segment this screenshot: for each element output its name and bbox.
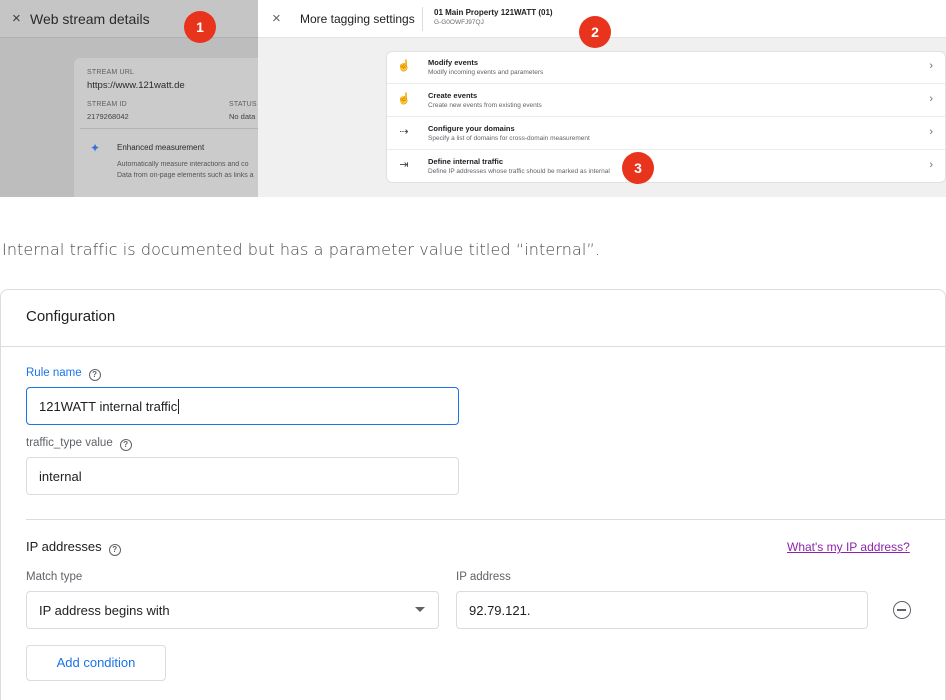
- menu-item-title: Configure your domains: [428, 124, 515, 133]
- divider: [26, 519, 945, 520]
- menu-item-desc: Create new events from existing events: [428, 102, 542, 109]
- annotation-badge-3: 3: [622, 152, 654, 184]
- traffic-type-label-text: traffic_type value: [26, 437, 113, 449]
- help-icon[interactable]: ?: [88, 369, 101, 381]
- ip-address-input[interactable]: 92.79.121.: [456, 591, 868, 629]
- dropdown-arrow-icon: [415, 607, 425, 612]
- caption-text: Internal traffic is documented but has a…: [2, 240, 601, 259]
- menu-item-title: Define internal traffic: [428, 157, 504, 166]
- login-icon: ⇥: [399, 159, 409, 171]
- tagging-screenshot: × Web stream details STREAM URL https://…: [0, 0, 946, 197]
- rule-name-input[interactable]: 121WATT internal traffic: [26, 387, 459, 425]
- divider: [1, 346, 945, 347]
- divider: [422, 7, 423, 31]
- chevron-right-icon: ›: [929, 60, 933, 72]
- annotation-badge-1: 1: [184, 11, 216, 43]
- menu-item-desc: Specify a list of domains for cross-doma…: [428, 135, 590, 142]
- menu-item-modify-events[interactable]: ☝ Modify events Modify incoming events a…: [387, 52, 945, 84]
- ip-addresses-title-text: IP addresses: [26, 539, 102, 554]
- add-condition-button[interactable]: Add condition: [26, 645, 166, 681]
- divider: [80, 128, 258, 129]
- arrows-icon: ⇢: [399, 126, 409, 138]
- menu-item-create-events[interactable]: ☝ Create events Create new events from e…: [387, 85, 945, 117]
- rule-name-label: Rule name?: [26, 367, 101, 381]
- stream-id-label: STREAM ID: [87, 101, 127, 108]
- whats-my-ip-link[interactable]: What's my IP address?: [787, 540, 910, 554]
- enhanced-desc-2: Data from on-page elements such as links…: [117, 172, 254, 179]
- menu-item-desc: Define IP addresses whose traffic should…: [428, 168, 610, 175]
- remove-circle-icon[interactable]: [893, 601, 911, 619]
- configuration-card: Configuration Rule name? 121WATT interna…: [0, 289, 946, 700]
- match-type-select[interactable]: IP address begins with: [26, 591, 439, 629]
- traffic-type-value: internal: [39, 468, 82, 484]
- configuration-title: Configuration: [26, 308, 116, 325]
- menu-item-title: Create events: [428, 91, 478, 100]
- stream-id-value: 2179268042: [87, 112, 129, 121]
- sparkle-icon: ✦: [90, 141, 101, 155]
- traffic-type-label: traffic_type value?: [26, 437, 132, 451]
- annotation-badge-2: 2: [579, 16, 611, 48]
- ip-addresses-title: IP addresses?: [26, 539, 121, 556]
- help-icon[interactable]: ?: [119, 439, 132, 451]
- close-icon[interactable]: ×: [272, 10, 281, 27]
- rule-name-value: 121WATT internal traffic: [39, 398, 178, 414]
- status-value: No data: [229, 112, 256, 121]
- match-type-label: Match type: [26, 571, 83, 583]
- traffic-type-input[interactable]: internal: [26, 457, 459, 495]
- match-type-value: IP address begins with: [39, 602, 170, 618]
- enhanced-desc-1: Automatically measure interactions and c…: [117, 161, 249, 168]
- ip-address-value: 92.79.121.: [469, 602, 531, 618]
- web-stream-title: Web stream details: [30, 11, 150, 27]
- stream-url-label: STREAM URL: [87, 69, 135, 76]
- chevron-right-icon: ›: [929, 93, 933, 105]
- web-stream-header: × Web stream details: [0, 0, 258, 38]
- hand-pointer-icon: ☝: [397, 93, 411, 105]
- menu-item-desc: Modify incoming events and parameters: [428, 69, 544, 76]
- chevron-right-icon: ›: [929, 159, 933, 171]
- hand-pointer-icon: ☝: [397, 60, 411, 72]
- menu-item-title: Modify events: [428, 58, 479, 67]
- tagging-title: More tagging settings: [300, 12, 415, 26]
- enhanced-measurement-title: Enhanced measurement: [117, 143, 205, 152]
- ip-address-label: IP address: [456, 571, 511, 583]
- web-stream-panel: × Web stream details STREAM URL https://…: [0, 0, 274, 197]
- chevron-right-icon: ›: [929, 126, 933, 138]
- menu-item-define-internal-traffic[interactable]: ⇥ Define internal traffic Define IP addr…: [387, 151, 945, 183]
- text-cursor: [178, 398, 180, 414]
- property-id: G-G0OWFJ97QJ: [434, 19, 484, 26]
- property-name: 01 Main Property 121WATT (01): [434, 8, 553, 17]
- close-icon[interactable]: ×: [12, 10, 21, 27]
- menu-item-configure-domains[interactable]: ⇢ Configure your domains Specify a list …: [387, 118, 945, 150]
- help-icon[interactable]: ?: [108, 544, 121, 556]
- tagging-menu: ☝ Modify events Modify incoming events a…: [386, 51, 946, 183]
- status-label: STATUS: [229, 101, 257, 108]
- stream-url-value: https://www.121watt.de: [87, 80, 185, 91]
- rule-name-label-text: Rule name: [26, 367, 82, 379]
